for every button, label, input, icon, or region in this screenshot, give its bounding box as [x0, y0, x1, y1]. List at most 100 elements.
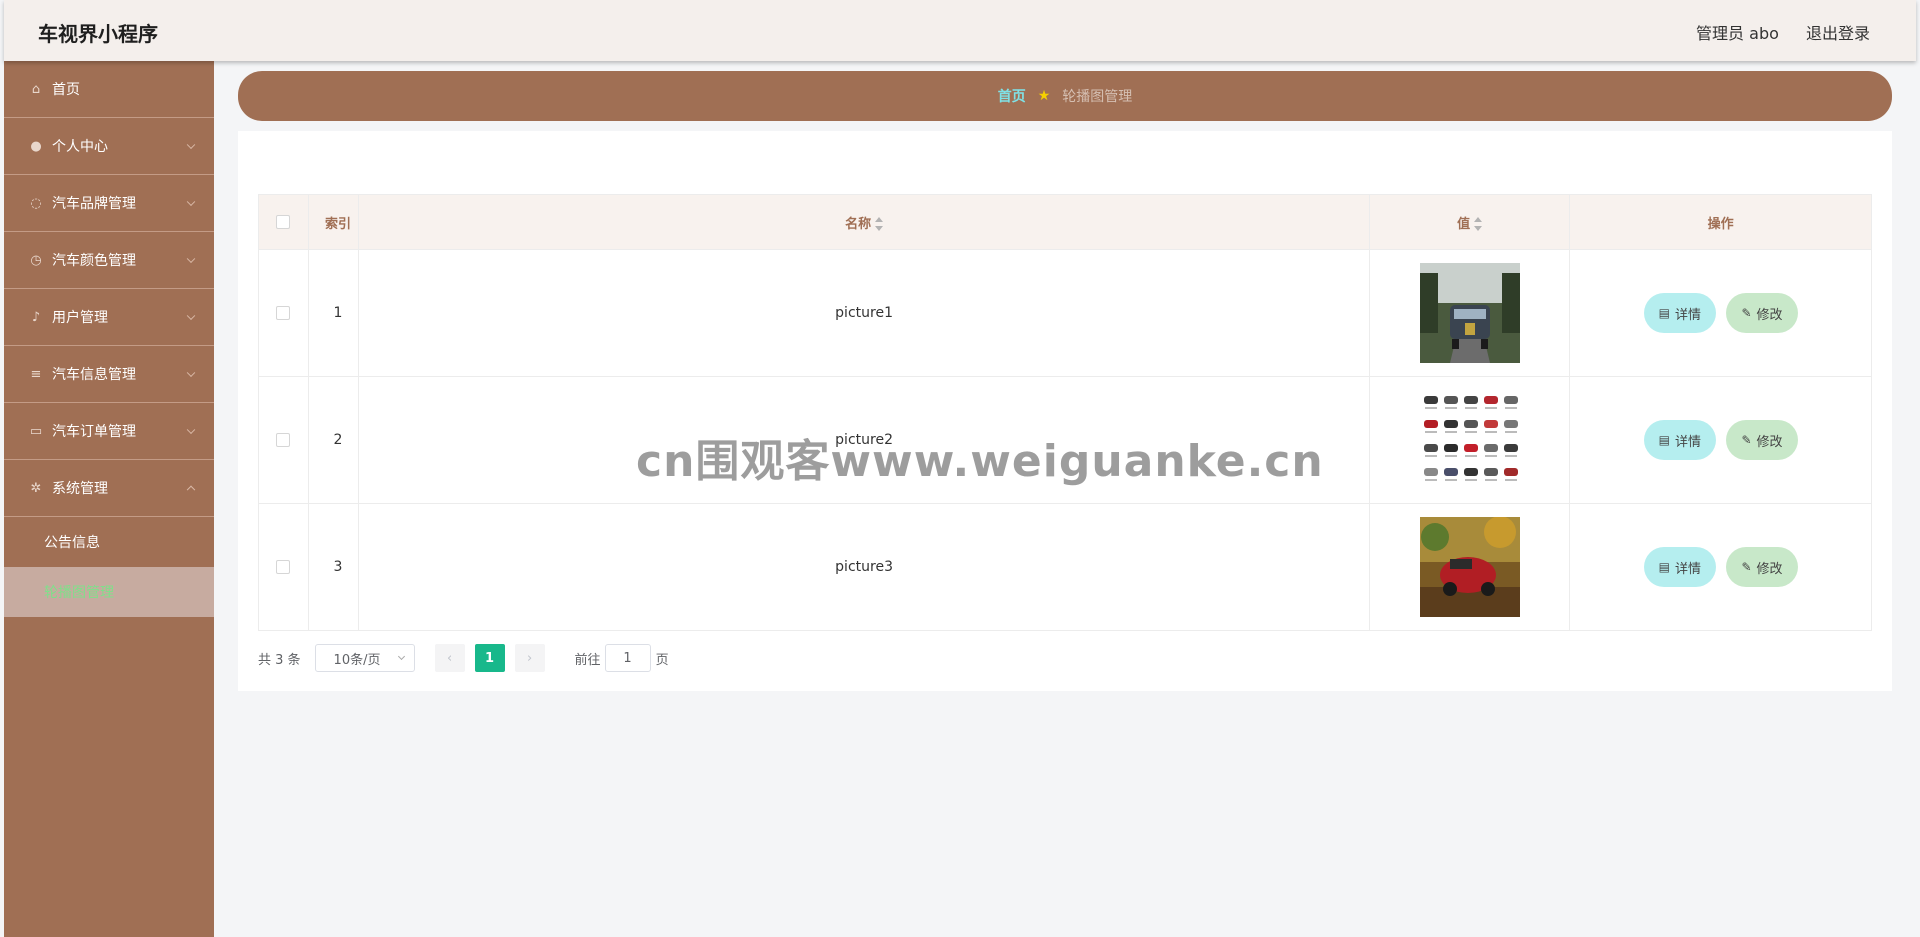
- column-header-name-label: 名称: [845, 216, 872, 232]
- detail-button[interactable]: ▤ 详情: [1643, 547, 1716, 587]
- sidebar-item-label: 汽车信息管理: [52, 367, 136, 383]
- car-color-grid-image[interactable]: [1419, 390, 1520, 490]
- sidebar-item-home[interactable]: ⌂ 首页: [4, 61, 214, 118]
- page-size-value: 10条/页: [333, 652, 381, 668]
- row-name: picture1: [357, 249, 1371, 377]
- goto-page-input[interactable]: [604, 644, 651, 672]
- detail-button-label: 详情: [1674, 434, 1701, 450]
- mic-icon: ♪: [31, 309, 41, 325]
- sidebar-item-system-management[interactable]: ✲ 系统管理: [4, 460, 214, 517]
- row-actions: ▤ 详情 ✎ 修改: [1569, 249, 1872, 377]
- chevron-left-icon: ‹: [446, 650, 453, 666]
- chevron-down-icon: [186, 140, 196, 150]
- row-select-cell: [258, 249, 309, 377]
- row-name: picture2: [357, 376, 1371, 504]
- pencil-icon: ✎: [1741, 560, 1752, 574]
- header-user-area: 管理员 abo 退出登录: [1674, 20, 1870, 44]
- sidebar-item-brand-management[interactable]: ◌ 汽车品牌管理: [4, 175, 214, 232]
- row-value: [1369, 249, 1571, 377]
- row-value: [1369, 503, 1571, 631]
- row-value: [1369, 376, 1571, 504]
- sidebar-item-personal-center[interactable]: ● 个人中心: [4, 118, 214, 175]
- edit-button-label: 修改: [1756, 307, 1783, 323]
- sidebar-subitem-carousel-management[interactable]: 轮播图管理: [4, 567, 214, 617]
- chevron-down-icon: [186, 368, 196, 378]
- red-car-autumn-image[interactable]: [1419, 517, 1520, 617]
- carousel-table: 索引 名称 值 操作 1 picture1 ▤ 详情 ✎ 修改 2 pictur…: [258, 194, 1872, 631]
- sidebar-subitem-announcements[interactable]: 公告信息: [4, 517, 214, 567]
- sidebar-item-label: 系统管理: [52, 481, 108, 497]
- row-select-cell: [258, 503, 309, 631]
- sidebar: ⌂ 首页 ● 个人中心 ◌ 汽车品牌管理 ◷ 汽车颜色管理 ♪ 用户管理 ≡ 汽…: [4, 61, 214, 937]
- row-actions: ▤ 详情 ✎ 修改: [1569, 503, 1872, 631]
- edit-button-label: 修改: [1756, 434, 1783, 450]
- sidebar-item-car-info-management[interactable]: ≡ 汽车信息管理: [4, 346, 214, 403]
- top-header: 车视界小程序 管理员 abo 退出登录: [4, 0, 1916, 61]
- detail-button-label: 详情: [1674, 307, 1701, 323]
- app-title: 车视界小程序: [38, 22, 158, 46]
- document-icon: ▤: [1658, 306, 1670, 320]
- monitor-icon: ▭: [29, 423, 43, 439]
- row-name: picture3: [357, 503, 1371, 631]
- sort-icon[interactable]: [875, 217, 884, 231]
- breadcrumb-home-link[interactable]: 首页: [998, 86, 1026, 106]
- row-checkbox[interactable]: [276, 560, 291, 574]
- edit-button-label: 修改: [1756, 561, 1783, 577]
- column-header-name[interactable]: 名称: [357, 194, 1371, 250]
- select-all-checkbox[interactable]: [276, 215, 291, 229]
- edit-button[interactable]: ✎ 修改: [1726, 547, 1798, 587]
- row-actions: ▤ 详情 ✎ 修改: [1569, 376, 1872, 504]
- column-header-value[interactable]: 值: [1369, 194, 1571, 250]
- sliders-icon: ≡: [30, 366, 42, 382]
- chevron-down-icon: [186, 425, 196, 435]
- column-header-index: 索引: [307, 194, 359, 250]
- row-index: 3: [307, 503, 359, 631]
- star-icon: ★: [1037, 88, 1051, 104]
- chevron-right-icon: ›: [526, 650, 533, 666]
- sidebar-item-label: 汽车品牌管理: [52, 196, 136, 212]
- table-row: 3 picture3 ▤ 详情 ✎ 修改: [258, 503, 1872, 631]
- row-index: 2: [307, 376, 359, 504]
- row-checkbox[interactable]: [276, 433, 291, 447]
- table-row: 2 picture2 ▤ 详情 ✎ 修改: [258, 376, 1872, 504]
- logout-button[interactable]: 退出登录: [1806, 24, 1870, 43]
- home-icon: ⌂: [31, 81, 41, 97]
- user-icon: ●: [30, 138, 42, 154]
- table-row: 1 picture1 ▤ 详情 ✎ 修改: [258, 249, 1872, 377]
- row-index: 1: [307, 249, 359, 377]
- settings-icon: ✲: [30, 480, 42, 496]
- pencil-icon: ✎: [1741, 433, 1752, 447]
- pagination: 共 3 条 10条/页 ‹ 1 › 前往 页: [258, 644, 669, 672]
- detail-button[interactable]: ▤ 详情: [1643, 420, 1716, 460]
- car-front-road-image[interactable]: [1419, 263, 1520, 363]
- row-checkbox[interactable]: [276, 306, 291, 320]
- prev-page-button[interactable]: ‹: [434, 644, 465, 672]
- breadcrumb-current: 轮播图管理: [1062, 89, 1133, 105]
- sidebar-item-order-management[interactable]: ▭ 汽车订单管理: [4, 403, 214, 460]
- sidebar-item-label: 汽车订单管理: [52, 424, 136, 440]
- next-page-button[interactable]: ›: [514, 644, 545, 672]
- page-number-button[interactable]: 1: [474, 644, 505, 672]
- sidebar-item-label: 首页: [52, 82, 80, 98]
- detail-button[interactable]: ▤ 详情: [1643, 293, 1716, 333]
- sort-icon[interactable]: [1474, 217, 1483, 231]
- detail-button-label: 详情: [1674, 561, 1701, 577]
- chevron-down-icon: [186, 254, 196, 264]
- column-header-actions: 操作: [1569, 194, 1872, 250]
- column-header-value-label: 值: [1457, 216, 1471, 232]
- breadcrumb: 首页 ★ 轮播图管理: [238, 71, 1892, 121]
- document-icon: ▤: [1658, 560, 1670, 574]
- edit-button[interactable]: ✎ 修改: [1726, 293, 1798, 333]
- pencil-icon: ✎: [1741, 306, 1752, 320]
- chevron-up-icon: [186, 485, 196, 495]
- goto-label: 前往: [574, 652, 601, 668]
- sidebar-item-color-management[interactable]: ◷ 汽车颜色管理: [4, 232, 214, 289]
- clock-icon: ◷: [30, 252, 42, 268]
- select-all-cell: [258, 194, 309, 250]
- edit-button[interactable]: ✎ 修改: [1726, 420, 1798, 460]
- chevron-down-icon: [397, 652, 405, 661]
- page-size-select[interactable]: 10条/页: [314, 644, 415, 672]
- power-icon: ◌: [30, 195, 42, 211]
- sidebar-item-user-management[interactable]: ♪ 用户管理: [4, 289, 214, 346]
- sidebar-item-label: 个人中心: [52, 139, 108, 155]
